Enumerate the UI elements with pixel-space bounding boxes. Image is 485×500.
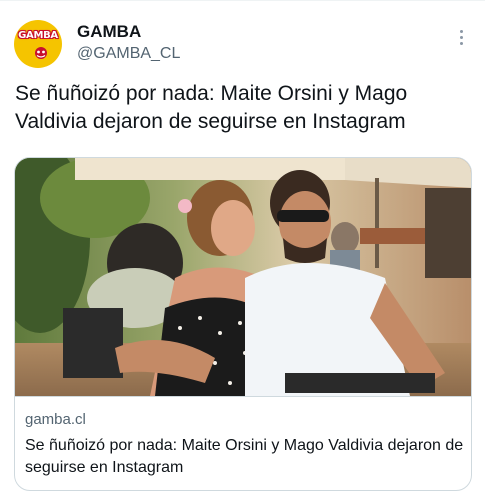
- couple-photo-illustration: [15, 158, 471, 396]
- top-divider: [0, 0, 485, 1]
- author-avatar[interactable]: GAMBA: [14, 20, 62, 68]
- link-card-image: [15, 158, 471, 396]
- tweet-text: Se ñuñoizó por nada: Maite Orsini y Mago…: [15, 82, 408, 133]
- link-card[interactable]: gamba.cl Se ñuñoizó por nada: Maite Orsi…: [14, 157, 472, 491]
- more-dots-icon[interactable]: [452, 30, 470, 50]
- link-card-divider: [15, 396, 471, 397]
- avatar-logo-text: GAMBA: [18, 30, 58, 41]
- author-handle[interactable]: @GAMBA_CL: [77, 45, 180, 63]
- link-card-title[interactable]: Se ñuñoizó por nada: Maite Orsini y Mago…: [25, 435, 465, 479]
- author-display-name[interactable]: GAMBA: [77, 22, 141, 42]
- avatar-mascot-icon: [35, 47, 47, 59]
- link-card-domain[interactable]: gamba.cl: [25, 411, 86, 428]
